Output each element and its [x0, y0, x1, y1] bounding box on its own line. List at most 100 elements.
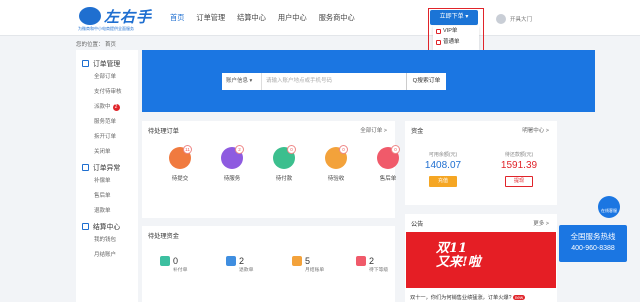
funds-card: 资金 明署中心 > 可用余额(元) 1408.07 充值 待还款额(元) 159… — [405, 121, 557, 205]
count-badge: 0 — [287, 145, 296, 154]
sidebar-item-wallet[interactable]: 我的钱包 — [76, 233, 138, 248]
sidebar-section-label: 订单管理 — [93, 61, 121, 68]
nav-provider-center[interactable]: 服务商中心 — [319, 13, 355, 23]
highlight-box — [428, 8, 484, 54]
settle-icon — [356, 256, 366, 266]
sidebar-section-exceptions[interactable]: 订单异常 — [76, 160, 138, 174]
settle-label: 退款单 — [239, 268, 254, 273]
logo-mark-icon — [79, 7, 101, 25]
settle-label: 补付单 — [173, 268, 188, 273]
search-type-select[interactable]: 账户信息 ▾ — [222, 73, 262, 90]
order-status-item[interactable]: 11 待提交 — [154, 145, 206, 182]
sidebar-item-label: 派款中 — [94, 104, 111, 110]
all-orders-link[interactable]: 全部订单 > — [360, 126, 387, 134]
order-icon — [82, 59, 89, 67]
count-badge: 2 — [235, 145, 244, 154]
promo-line-1: 双11 — [436, 241, 468, 256]
sidebar-item-compensation[interactable]: 补偿单 — [76, 174, 138, 189]
user-menu[interactable]: 开具大门 — [496, 14, 532, 24]
card-title: 公告 — [411, 221, 424, 228]
funds-detail-link[interactable]: 明署中心 > — [522, 126, 549, 134]
more-link[interactable]: 更多 > — [533, 219, 549, 227]
pending-balance: 待还款额(元) 1591.39 提现 — [489, 151, 549, 187]
sidebar-item-closed[interactable]: 关闭单 — [76, 145, 138, 160]
sidebar-section-settlement[interactable]: 结算中心 — [76, 219, 138, 233]
sidebar-item-monthly[interactable]: 月结账户 — [76, 248, 138, 263]
search-input[interactable]: 请输入账户地点或手机号码 — [262, 73, 406, 90]
promo-text: 双11 又来!啦 — [436, 242, 481, 270]
available-balance: 可用余额(元) 1408.07 充值 — [413, 151, 473, 187]
news-item[interactable]: 双十一，你们为何销售业绩猛涨，订单火爆? new — [410, 294, 526, 301]
settle-item[interactable]: 0 补付单 — [160, 256, 187, 273]
user-name: 开具大门 — [510, 17, 533, 23]
available-amount: 1408.07 — [424, 160, 462, 171]
pending-funds-card: 待处理资金 0 补付单 2 退款单 5 月结账单 2 待下等级 — [142, 226, 395, 302]
avatar — [496, 14, 506, 24]
sidebar-item-refunds[interactable]: 退款单 — [76, 204, 138, 219]
settle-count: 2 — [369, 256, 375, 266]
main-nav: 首页 订单管理 结算中心 用户中心 服务商中心 — [170, 13, 355, 23]
count-badge: 0 — [391, 145, 400, 154]
top-header: 左右手 为微商和中小电商提供全面服务 首页 订单管理 结算中心 用户中心 服务商… — [0, 0, 640, 54]
sidebar-item-all-orders[interactable]: 全部订单 — [76, 70, 138, 85]
online-service-button[interactable]: 在线客服 — [598, 196, 620, 218]
order-status-item[interactable]: 2 待服务 — [206, 145, 258, 182]
breadcrumb: 您的位置： 首页 — [76, 42, 117, 48]
order-status-label: 待服务 — [223, 176, 241, 182]
order-status-label: 待提交 — [171, 176, 189, 182]
settle-icon — [292, 256, 302, 266]
search-button[interactable]: Q搜索订单 — [406, 73, 446, 90]
card-title: 待处理资金 — [148, 233, 179, 240]
nav-user-center[interactable]: 用户中心 — [278, 13, 307, 23]
sidebar-item-split[interactable]: 拆开订单 — [76, 130, 138, 145]
settle-count: 2 — [239, 256, 245, 266]
promo-banner[interactable]: 双11 又来!啦 — [406, 232, 556, 288]
withdraw-button[interactable]: 提现 — [505, 176, 533, 187]
settle-count: 5 — [305, 256, 311, 266]
sidebar-item-dispatching[interactable]: 派款中 2 — [76, 100, 138, 115]
count-badge: 11 — [183, 145, 192, 154]
wallet-icon — [82, 222, 89, 230]
settle-item[interactable]: 5 月结账单 — [292, 256, 324, 273]
sidebar-item-payment-review[interactable]: 支付待审核 — [76, 85, 138, 100]
pending-orders-card: 待处理订单 全部订单 > 11 待提交 2 待服务 0 待付款 0 待验收 0 售后单 — [142, 121, 400, 218]
logo-slogan: 为微商和中小电商提供全面服务 — [78, 26, 134, 31]
news-title: 双十一，你们为何销售业绩猛涨，订单火爆? — [410, 295, 512, 301]
logo[interactable]: 左右手 为微商和中小电商提供全面服务 — [76, 6, 166, 32]
settle-item[interactable]: 2 待下等级 — [356, 256, 388, 273]
sidebar-item-service[interactable]: 服务范单 — [76, 115, 138, 130]
recharge-button[interactable]: 充值 — [429, 176, 457, 187]
settle-count: 0 — [173, 256, 179, 266]
order-status-item[interactable]: 0 待付款 — [258, 145, 310, 182]
search-select-label: 账户信息 — [226, 78, 249, 84]
card-title: 待处理订单 — [148, 128, 179, 135]
hotline-panel: 全国服务热线 400-960-8388 — [559, 225, 627, 262]
sidebar: 订单管理 全部订单 支付待审核 派款中 2 服务范单 拆开订单 关闭单 订单异常 … — [76, 50, 138, 302]
available-label: 可用余额(元) — [428, 152, 458, 158]
sidebar-section-label: 结算中心 — [93, 224, 121, 231]
sidebar-section-label: 订单异常 — [93, 165, 121, 172]
nav-home[interactable]: 首页 — [170, 13, 184, 23]
settle-icon — [160, 256, 170, 266]
settle-label: 月结账单 — [305, 268, 325, 273]
pending-label: 待还款额(元) — [504, 152, 534, 158]
hotline-title: 全国服务热线 — [570, 232, 616, 241]
card-title: 资金 — [411, 128, 424, 135]
pending-amount: 1591.39 — [500, 160, 538, 171]
order-status-list: 11 待提交 2 待服务 0 待付款 0 待验收 0 售后单 — [154, 145, 414, 182]
new-badge: new — [512, 295, 526, 300]
settle-item[interactable]: 2 退款单 — [226, 256, 253, 273]
sidebar-item-after-sales[interactable]: 售后单 — [76, 189, 138, 204]
nav-settlement[interactable]: 结算中心 — [237, 13, 266, 23]
nav-orders[interactable]: 订单管理 — [196, 13, 225, 23]
promo-line-2: 又来!啦 — [436, 255, 481, 270]
exception-icon — [82, 163, 89, 171]
settle-icon — [226, 256, 236, 266]
search-bar: 账户信息 ▾ 请输入账户地点或手机号码 — [222, 73, 406, 90]
hotline-number: 400-960-8388 — [571, 245, 615, 252]
sidebar-section-orders[interactable]: 订单管理 — [76, 56, 138, 70]
settle-label: 待下等级 — [369, 268, 389, 273]
count-badge: 0 — [339, 145, 348, 154]
order-status-item[interactable]: 0 待验收 — [310, 145, 362, 182]
count-badge: 2 — [112, 104, 120, 111]
